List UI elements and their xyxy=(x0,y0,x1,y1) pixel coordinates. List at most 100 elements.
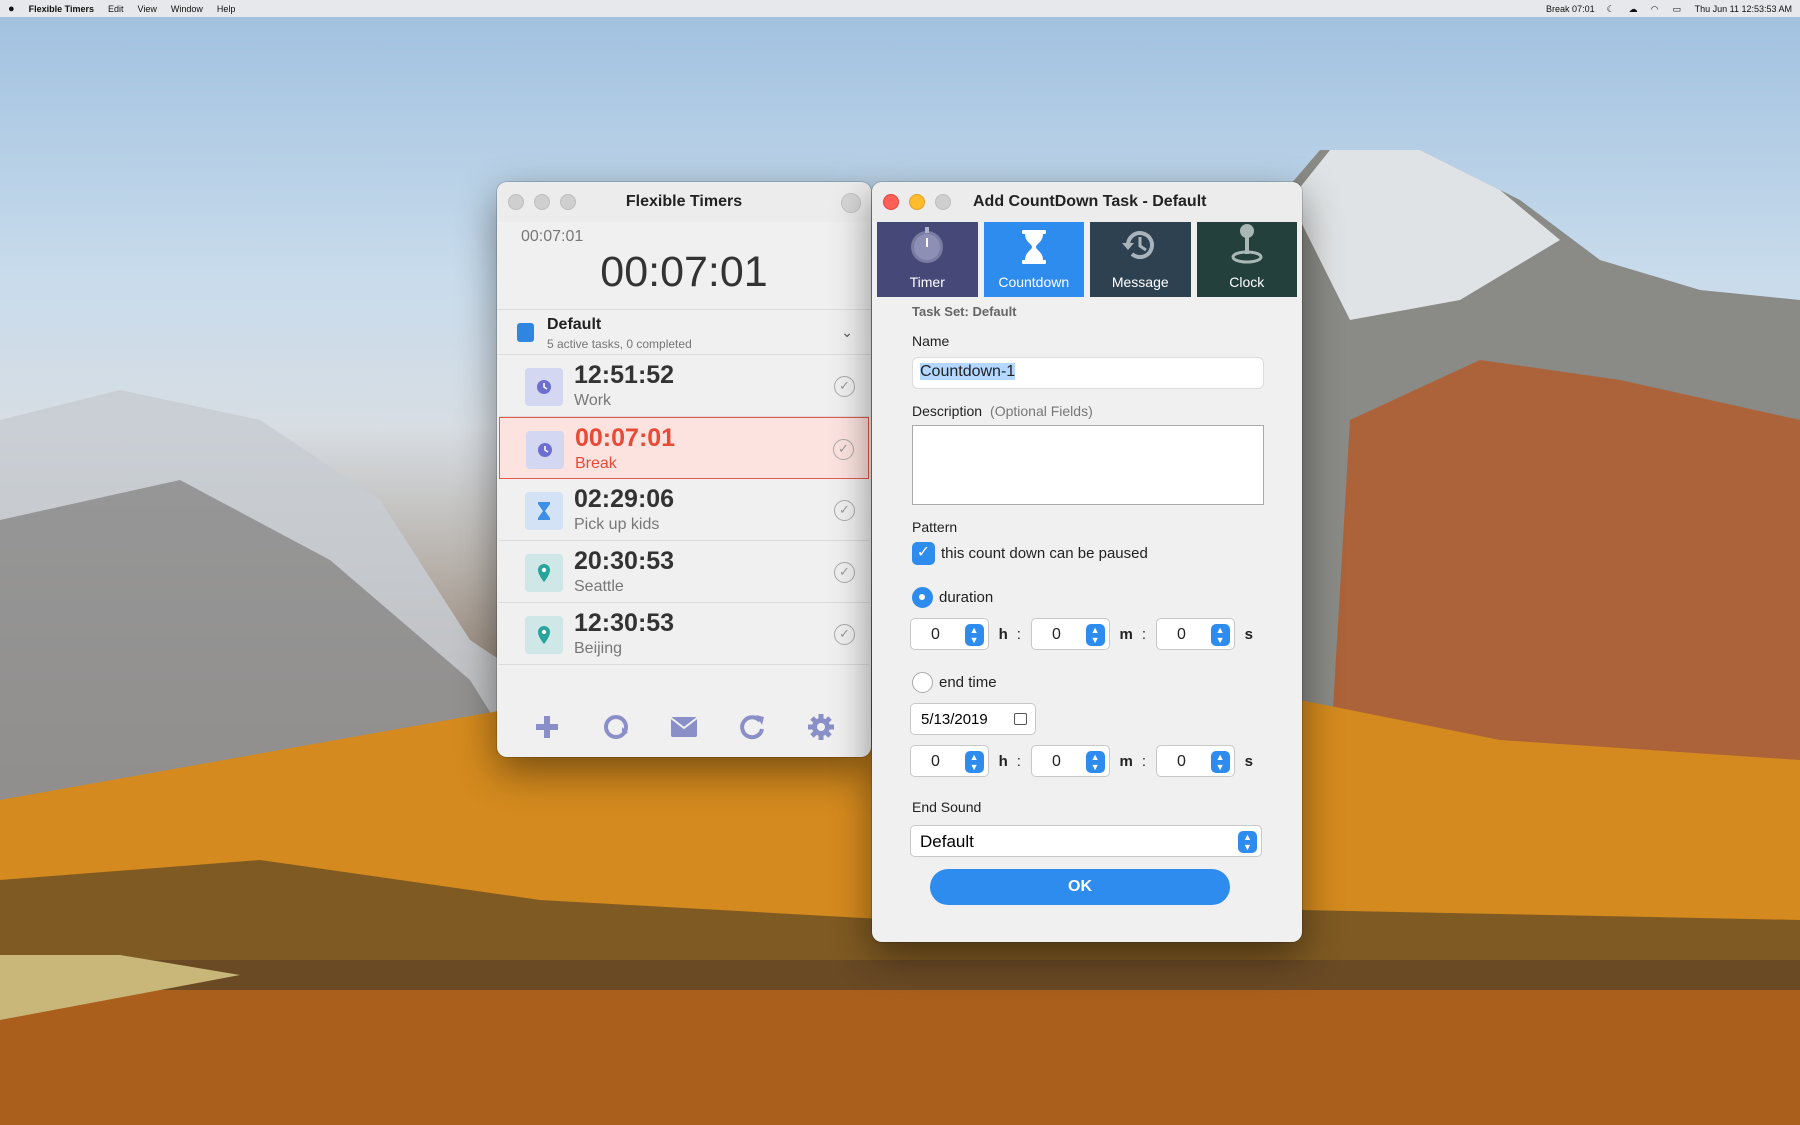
mail-icon[interactable] xyxy=(669,712,699,742)
select-arrows-icon[interactable]: ▲ ▼ xyxy=(1238,831,1257,853)
tab-clock[interactable]: Clock xyxy=(1196,222,1297,297)
minimize-button[interactable] xyxy=(909,194,925,210)
menu-view[interactable]: View xyxy=(138,4,157,14)
small-clock: 00:07:01 xyxy=(521,228,584,245)
menu-window[interactable]: Window xyxy=(171,4,203,14)
end-minutes-value: 0 xyxy=(1051,753,1061,770)
pausable-checkbox[interactable]: ✓ xyxy=(912,542,935,565)
description-field[interactable] xyxy=(912,425,1264,505)
end-date-value: 5/13/2019 xyxy=(921,711,988,728)
end-hours-stepper[interactable]: 0 ▲ ▼ xyxy=(910,745,989,777)
app-menu[interactable]: Flexible Timers xyxy=(29,4,94,14)
flexible-timers-window: Flexible Timers 00:07:01 00:07:01 Defaul… xyxy=(497,182,871,757)
tab-timer[interactable]: Timer xyxy=(877,222,978,297)
duration-option: duration xyxy=(912,587,1262,608)
optional-fields-note: (Optional Fields) xyxy=(990,403,1093,419)
duration-minutes-stepper[interactable]: 0 ▲ ▼ xyxy=(1030,618,1110,650)
menubar-clock[interactable]: Thu Jun 11 12:53:53 AM xyxy=(1695,4,1792,14)
end-date-picker[interactable]: 5/13/2019 xyxy=(910,703,1036,735)
complete-check-icon[interactable]: ✓ xyxy=(834,500,855,521)
wifi-icon[interactable]: ◠ xyxy=(1651,4,1661,14)
repeat-timer-icon[interactable] xyxy=(601,712,631,742)
task-label: Seattle xyxy=(574,578,624,595)
cloud-icon[interactable]: ☁ xyxy=(1629,4,1639,14)
task-row[interactable]: 20:30:53 Seattle ✓ xyxy=(499,541,869,603)
task-label: Work xyxy=(574,392,612,409)
separator: : xyxy=(1016,752,1021,770)
end-minutes-stepper[interactable]: 0 ▲ ▼ xyxy=(1030,745,1110,777)
calendar-icon[interactable] xyxy=(1014,713,1027,725)
task-row[interactable]: 02:29:06 Pick up kids ✓ xyxy=(499,479,869,541)
duration-hours-value: 0 xyxy=(931,626,940,643)
ok-button[interactable]: OK xyxy=(930,869,1230,905)
status-timer-text[interactable]: Break 07:01 xyxy=(1546,4,1595,14)
end-time-label: end time xyxy=(939,674,997,691)
complete-check-icon[interactable]: ✓ xyxy=(833,439,854,460)
moon-icon[interactable]: ☾ xyxy=(1607,4,1617,14)
hours-unit: h xyxy=(998,625,1008,643)
end-seconds-value: 0 xyxy=(1177,753,1186,770)
task-set-name: Default xyxy=(547,316,602,333)
close-button[interactable] xyxy=(883,194,899,210)
account-icon[interactable] xyxy=(841,193,861,213)
complete-check-icon[interactable]: ✓ xyxy=(834,376,855,397)
description-label-row: Description (Optional Fields) xyxy=(912,403,1262,419)
pausable-row: ✓ this count down can be paused xyxy=(912,542,1262,565)
task-label: Break xyxy=(575,455,617,472)
task-time: 20:30:53 xyxy=(574,547,675,575)
end-sound-label: End Sound xyxy=(912,799,982,815)
location-pin-icon xyxy=(525,616,563,654)
duration-seconds-stepper[interactable]: 0 ▲ ▼ xyxy=(1156,618,1235,650)
window-title: Add CountDown Task - Default xyxy=(973,193,1207,210)
stepper-arrows-icon[interactable]: ▲ ▼ xyxy=(1085,624,1105,646)
big-clock: 00:07:01 xyxy=(600,248,768,296)
task-row[interactable]: 12:51:52 Work ✓ xyxy=(499,355,869,417)
chevron-down-icon[interactable]: ⌄ xyxy=(841,324,853,341)
stepper-arrows-icon[interactable]: ▲ ▼ xyxy=(1210,751,1230,773)
name-field-value: Countdown-1 xyxy=(920,363,1016,380)
tab-message[interactable]: Message xyxy=(1090,222,1191,297)
complete-check-icon[interactable]: ✓ xyxy=(834,562,855,583)
name-field[interactable]: Countdown-1 xyxy=(912,357,1264,389)
history-icon xyxy=(1120,225,1160,268)
description-label: Description xyxy=(912,403,983,419)
countdown-form: Task Set: Default Name Countdown-1 Descr… xyxy=(872,304,1302,905)
bottom-toolbar xyxy=(497,697,871,757)
zoom-button[interactable] xyxy=(935,194,951,210)
location-pin-icon xyxy=(525,554,563,592)
separator: : xyxy=(1141,752,1147,770)
end-seconds-stepper[interactable]: 0 ▲ ▼ xyxy=(1156,745,1235,777)
battery-icon[interactable]: ▭ xyxy=(1673,4,1683,14)
stepper-arrows-icon[interactable]: ▲ ▼ xyxy=(1085,751,1105,773)
task-set-summary: 5 active tasks, 0 completed xyxy=(547,337,692,351)
task-row-active[interactable]: 00:07:01 Break ✓ xyxy=(499,417,869,479)
stepper-arrows-icon[interactable]: ▲ ▼ xyxy=(964,624,984,646)
window-title: Flexible Timers xyxy=(625,193,743,210)
apple-menu-icon[interactable]: ● xyxy=(8,3,15,15)
task-label: Beijing xyxy=(574,640,623,657)
complete-check-icon[interactable]: ✓ xyxy=(834,624,855,645)
task-type-tabs: Timer Countdown Message Clock xyxy=(872,222,1302,297)
task-set-selector[interactable]: Default 5 active tasks, 0 completed ⌄ xyxy=(497,309,871,355)
hourglass-icon xyxy=(525,492,563,530)
duration-minutes-value: 0 xyxy=(1051,626,1061,643)
plus-icon[interactable] xyxy=(532,712,562,742)
separator: : xyxy=(1141,625,1147,643)
hourglass-icon xyxy=(1020,229,1048,268)
stepper-arrows-icon[interactable]: ▲ ▼ xyxy=(964,751,984,773)
end-time-radio[interactable] xyxy=(912,672,933,693)
task-time: 12:51:52 xyxy=(574,361,675,389)
stepper-arrows-icon[interactable]: ▲ ▼ xyxy=(1210,624,1230,646)
tab-countdown[interactable]: Countdown xyxy=(983,222,1084,297)
task-row[interactable]: 12:30:53 Beijing ✓ xyxy=(499,603,869,665)
duration-radio[interactable] xyxy=(912,587,933,608)
gear-icon[interactable] xyxy=(806,712,836,742)
menu-edit[interactable]: Edit xyxy=(108,4,124,14)
duration-hours-stepper[interactable]: 0 ▲ ▼ xyxy=(910,618,989,650)
seconds-unit: s xyxy=(1244,752,1253,770)
end-sound-select[interactable]: Default ▲ ▼ xyxy=(910,825,1262,857)
menu-help[interactable]: Help xyxy=(217,4,236,14)
refresh-icon[interactable] xyxy=(737,712,767,742)
add-titlebar: Add CountDown Task - Default xyxy=(872,182,1302,222)
timers-titlebar: Flexible Timers xyxy=(497,182,871,222)
